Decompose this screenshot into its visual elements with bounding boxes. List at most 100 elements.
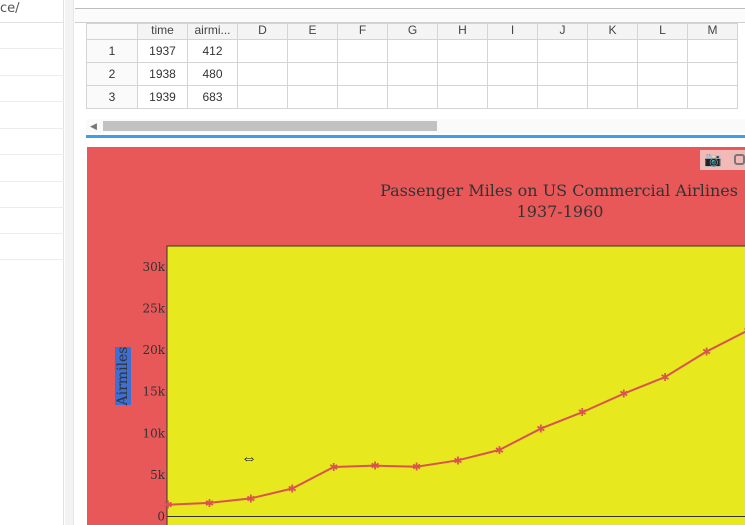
row-index[interactable]: 1 (86, 39, 138, 63)
data-point[interactable]: ✱ (536, 423, 545, 436)
empty-cell[interactable] (387, 62, 438, 86)
empty-cell[interactable] (587, 85, 638, 109)
camera-icon[interactable]: 📷 (704, 151, 721, 168)
data-point[interactable]: ✱ (661, 371, 670, 384)
empty-cell[interactable] (337, 39, 388, 63)
column-header[interactable]: time (137, 23, 188, 40)
sidebar-row[interactable] (0, 128, 64, 129)
column-header[interactable]: L (637, 23, 688, 40)
row-index[interactable]: 3 (86, 85, 138, 109)
table-row: 2 1938 480 (86, 62, 738, 86)
empty-cell[interactable] (337, 85, 388, 109)
sidebar-row[interactable] (0, 181, 64, 182)
data-point[interactable]: ✱ (495, 444, 504, 457)
column-header[interactable]: E (287, 23, 338, 40)
empty-cell[interactable] (387, 39, 438, 63)
chart-title: Passenger Miles on US Commercial Airline… (380, 181, 738, 200)
column-header[interactable]: airmi... (187, 23, 238, 40)
row-index[interactable]: 2 (86, 62, 138, 86)
empty-cell[interactable] (537, 39, 588, 63)
empty-cell[interactable] (487, 39, 538, 63)
sidebar-row[interactable] (0, 154, 64, 155)
cell-airmiles[interactable]: 683 (187, 85, 238, 109)
empty-cell[interactable] (487, 62, 538, 86)
empty-cell[interactable] (637, 62, 688, 86)
grid-header-row: time airmi... D E F G H I J K L M (86, 23, 738, 40)
cell-airmiles[interactable]: 412 (187, 39, 238, 63)
empty-cell[interactable] (437, 39, 488, 63)
y-tick-label: 15k (142, 385, 165, 399)
sidebar-row[interactable] (0, 48, 64, 49)
cell-airmiles[interactable]: 480 (187, 62, 238, 86)
y-axis-label[interactable]: Airmiles (115, 347, 131, 406)
empty-cell[interactable] (637, 85, 688, 109)
empty-cell[interactable] (237, 39, 288, 63)
data-point[interactable]: ✱ (412, 461, 421, 474)
data-point[interactable]: ✱ (619, 388, 628, 401)
empty-cell[interactable] (287, 85, 338, 109)
empty-cell[interactable] (437, 85, 488, 109)
y-axis-ticks: 05k10k15k20k25k30k (142, 260, 165, 524)
data-point[interactable]: ✱ (371, 460, 380, 473)
empty-cell[interactable] (587, 62, 638, 86)
empty-cell[interactable] (287, 62, 338, 86)
sidebar-row[interactable] (0, 233, 64, 234)
autoscale-icon[interactable] (734, 154, 745, 165)
resize-horizontal-cursor-icon: ⇔ (241, 450, 257, 467)
empty-cell[interactable] (237, 85, 288, 109)
data-point[interactable]: ✱ (246, 492, 255, 505)
panel-resize-gutter[interactable] (65, 0, 74, 525)
data-point[interactable]: ✱ (288, 483, 297, 496)
horizontal-scrollbar[interactable]: ◀ (86, 119, 745, 133)
y-tick-label: 5k (150, 468, 166, 482)
empty-cell[interactable] (687, 85, 738, 109)
column-header[interactable]: D (237, 23, 288, 40)
empty-cell[interactable] (587, 39, 638, 63)
spreadsheet-toolbar (75, 8, 745, 23)
sidebar-path[interactable]: ce/ (0, 1, 20, 16)
sidebar-row[interactable] (0, 101, 64, 102)
table-row: 1 1937 412 (86, 39, 738, 63)
data-point[interactable]: ✱ (578, 406, 587, 419)
cell-time[interactable]: 1937 (137, 39, 188, 63)
cell-time[interactable]: 1939 (137, 85, 188, 109)
empty-cell[interactable] (237, 62, 288, 86)
column-header[interactable]: F (337, 23, 388, 40)
column-header[interactable]: H (437, 23, 488, 40)
y-tick-label: 20k (142, 343, 165, 357)
chart-modebar: 📷 (700, 150, 745, 170)
sidebar-row[interactable] (0, 75, 64, 76)
empty-cell[interactable] (687, 62, 738, 86)
empty-cell[interactable] (337, 62, 388, 86)
column-header[interactable]: K (587, 23, 638, 40)
column-header[interactable]: I (487, 23, 538, 40)
sidebar-row[interactable] (0, 259, 64, 260)
column-header[interactable] (86, 23, 138, 40)
data-point[interactable]: ✱ (329, 461, 338, 474)
data-point[interactable]: ✱ (163, 499, 172, 512)
column-header[interactable]: G (387, 23, 438, 40)
chart-canvas: Passenger Miles on US Commercial Airline… (142, 181, 745, 525)
data-point[interactable]: ✱ (205, 497, 214, 510)
empty-cell[interactable] (437, 62, 488, 86)
empty-cell[interactable] (537, 62, 588, 86)
data-grid[interactable]: time airmi... D E F G H I J K L M 1 1937… (86, 23, 738, 109)
plot-area (166, 245, 745, 525)
empty-cell[interactable] (537, 85, 588, 109)
scrollbar-thumb[interactable] (103, 121, 437, 131)
sidebar-divider (0, 22, 64, 23)
sidebar-row[interactable] (0, 207, 64, 208)
empty-cell[interactable] (487, 85, 538, 109)
empty-cell[interactable] (387, 85, 438, 109)
empty-cell[interactable] (687, 39, 738, 63)
data-point[interactable]: ✱ (702, 346, 711, 359)
empty-cell[interactable] (287, 39, 338, 63)
scroll-left-icon[interactable]: ◀ (90, 121, 97, 132)
empty-cell[interactable] (637, 39, 688, 63)
column-header[interactable]: M (687, 23, 738, 40)
column-header[interactable]: J (537, 23, 588, 40)
split-divider[interactable] (86, 135, 745, 138)
line-chart: Passenger Miles on US Commercial Airline… (87, 147, 745, 525)
cell-time[interactable]: 1938 (137, 62, 188, 86)
data-point[interactable]: ✱ (453, 454, 462, 467)
